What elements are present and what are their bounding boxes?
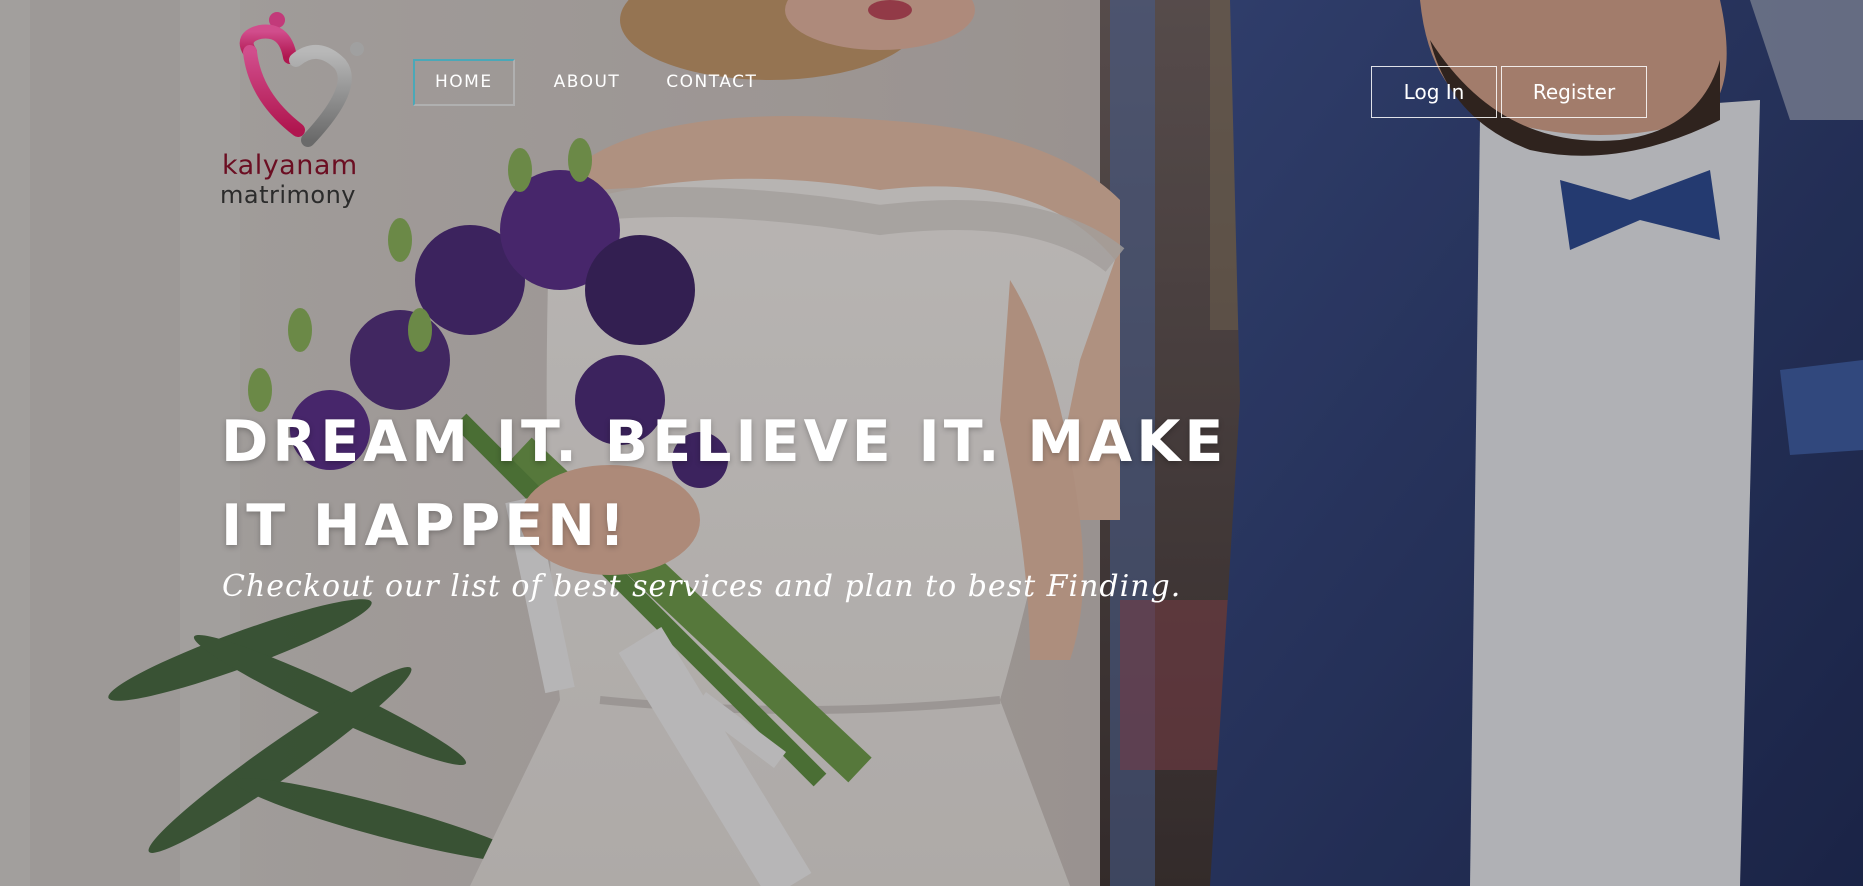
nav-item-contact[interactable]: CONTACT [646,59,777,106]
hero-headline: DREAM IT. BELIEVE IT. MAKE IT HAPPEN! [221,409,1228,559]
register-button[interactable]: Register [1501,66,1647,118]
brand-name-line2: matrimony [220,181,357,209]
nav-item-home[interactable]: HOME [413,59,515,106]
nav-item-about[interactable]: ABOUT [534,59,641,106]
main-nav: HOME ABOUT CONTACT [413,59,777,106]
hero-tagline: Checkout our list of best services and p… [222,569,1182,604]
login-button[interactable]: Log In [1371,66,1497,118]
brand-name-line1: kalyanam [222,150,358,181]
